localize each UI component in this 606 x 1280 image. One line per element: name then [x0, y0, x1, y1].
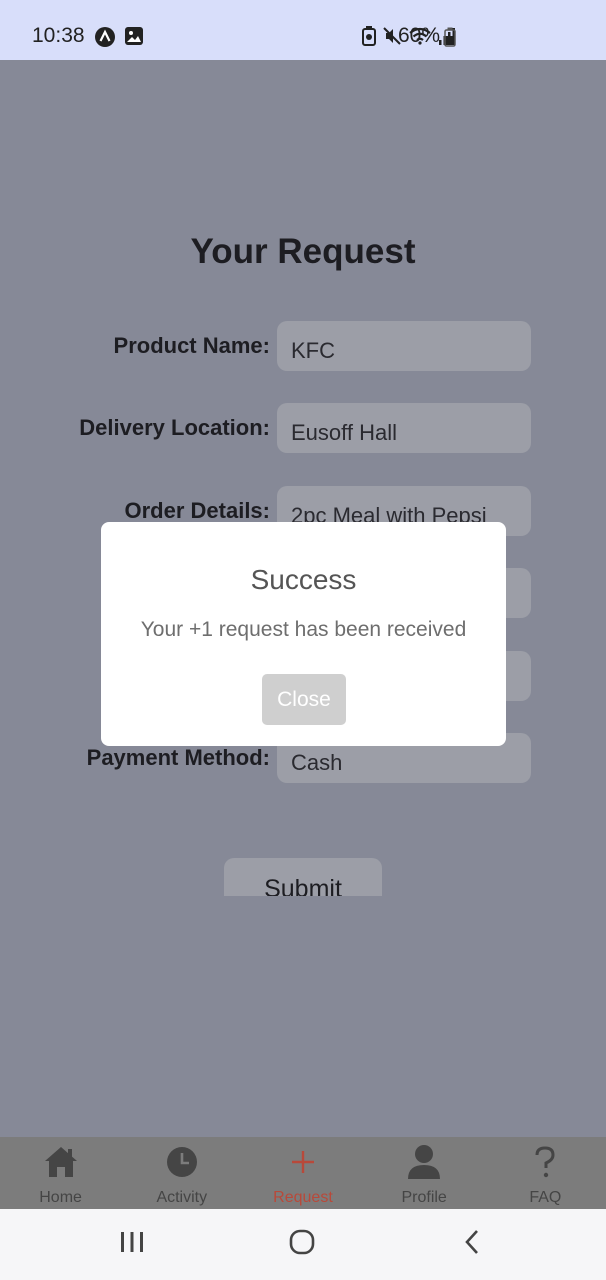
order-details-label: Order Details: — [124, 498, 271, 523]
close-button[interactable]: Close — [262, 674, 346, 725]
product-name-input[interactable]: KFC — [277, 321, 531, 371]
tab-home[interactable]: Home — [0, 1137, 121, 1209]
clock-icon — [121, 1143, 242, 1181]
tab-profile-label: Profile — [401, 1189, 447, 1206]
back-chevron-icon — [462, 1228, 482, 1261]
home-circle-icon — [288, 1228, 316, 1261]
product-name-label: Product Name: — [113, 333, 270, 358]
tab-activity-label: Activity — [156, 1189, 208, 1206]
home-nav-button[interactable] — [282, 1227, 322, 1261]
dialog-title: Success — [250, 564, 357, 595]
tab-request[interactable]: Request — [242, 1137, 363, 1209]
tab-home-label: Home — [39, 1189, 82, 1206]
submit-button[interactable]: Submit — [224, 858, 382, 896]
page-title: Your Request — [190, 232, 416, 271]
success-dialog: Success Your +1 request has been receive… — [101, 522, 506, 746]
recent-apps-icon — [119, 1230, 145, 1259]
tab-faq-label: FAQ — [529, 1189, 562, 1206]
battery-percentage: 60% — [398, 24, 441, 47]
person-icon — [364, 1143, 485, 1181]
form-row-location: Delivery Location: Eusoff Hall — [0, 403, 606, 453]
bottom-tab-bar: Home Activity Request Profile FAQ — [0, 1137, 606, 1209]
home-icon — [0, 1143, 121, 1181]
recent-apps-button[interactable] — [112, 1227, 152, 1261]
question-icon — [485, 1143, 606, 1181]
system-nav-bar — [0, 1209, 606, 1280]
battery-saver-icon — [362, 26, 376, 51]
app-a-icon — [94, 26, 116, 53]
delivery-location-input[interactable]: Eusoff Hall — [277, 403, 531, 453]
payment-method-label: Payment Method: — [86, 745, 270, 770]
plus-icon — [242, 1143, 363, 1181]
battery-icon — [444, 27, 456, 52]
delivery-location-label: Delivery Location: — [79, 415, 270, 440]
tab-request-label: Request — [273, 1189, 333, 1206]
tab-activity[interactable]: Activity — [121, 1137, 242, 1209]
gallery-icon — [124, 26, 144, 53]
back-button[interactable] — [452, 1227, 492, 1261]
dialog-message: Your +1 request has been received — [140, 618, 467, 641]
tab-faq[interactable]: FAQ — [485, 1137, 606, 1209]
status-time: 10:38 — [32, 24, 85, 47]
form-row-product: Product Name: KFC — [0, 321, 606, 371]
tab-profile[interactable]: Profile — [364, 1137, 485, 1209]
status-bar: 10:38 60% — [0, 0, 606, 60]
